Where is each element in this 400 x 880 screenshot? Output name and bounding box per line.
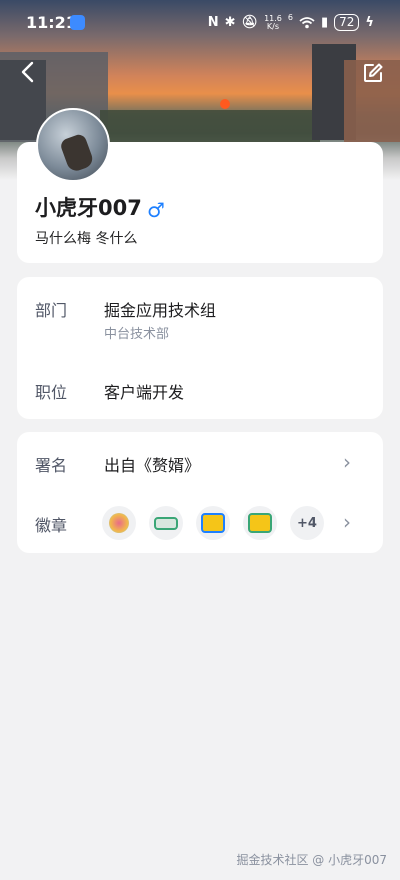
charging-icon: ϟ: [365, 15, 374, 30]
status-bar: 11:21 N ✱ 🔕︎ 11.6 K/s 6 ▮ 72 ϟ: [0, 0, 400, 44]
avatar[interactable]: [36, 108, 110, 182]
watermark-text: 掘金技术社区 @ 小虎牙007: [236, 853, 387, 867]
badge-icon[interactable]: [149, 506, 183, 540]
trees-image: [100, 110, 320, 144]
signature-value: 出自《赘婿》: [104, 456, 201, 475]
badge-icon[interactable]: [243, 506, 277, 540]
signal-label: 6: [287, 13, 293, 22]
work-info-card: 部门 掘金应用技术组 中台技术部 职位 客户端开发: [17, 277, 383, 419]
badges-label: 徽章: [35, 516, 68, 535]
nfc-icon: N: [207, 15, 219, 30]
watermark: 掘金技术社区 @ 小虎牙007: [236, 851, 387, 868]
status-icons: N ✱ 🔕︎ 11.6 K/s 6 ▮ 72 ϟ: [207, 13, 374, 31]
peace-sign-image: [58, 132, 96, 174]
position-label: 职位: [35, 383, 68, 402]
user-bio: 马什么梅 冬什么: [35, 231, 138, 247]
mute-icon: 🔕︎: [241, 15, 259, 30]
net-speed: 11.6 K/s: [264, 14, 282, 31]
department-value: 掘金应用技术组: [104, 301, 217, 320]
position-value: 客户端开发: [104, 383, 185, 402]
user-name: 小虎牙007: [35, 196, 142, 220]
signature-label: 署名: [35, 456, 68, 475]
department-sub: 中台技术部: [104, 327, 170, 342]
battery-indicator: 72: [334, 14, 360, 31]
chevron-right-icon: ›: [343, 510, 351, 534]
badge-icon[interactable]: [196, 506, 230, 540]
sun-image: [220, 99, 230, 109]
edit-icon[interactable]: [362, 62, 384, 84]
net-speed-unit: K/s: [266, 21, 280, 31]
bluetooth-icon: ✱: [224, 15, 236, 30]
sim-icon: ▮: [320, 15, 329, 30]
male-gender-icon: ♂: [147, 198, 165, 222]
extra-info-card: 署名 出自《赘婿》 › 徽章 +4 ›: [17, 432, 383, 553]
chevron-right-icon: ›: [343, 450, 351, 474]
department-label: 部门: [35, 301, 68, 320]
back-arrow-icon[interactable]: [18, 60, 38, 84]
badges-more-button[interactable]: +4: [290, 506, 324, 540]
wifi-icon: [299, 16, 315, 28]
app-notification-icon: [70, 15, 85, 30]
badge-icon[interactable]: [102, 506, 136, 540]
badges-more-count: +4: [297, 515, 317, 531]
